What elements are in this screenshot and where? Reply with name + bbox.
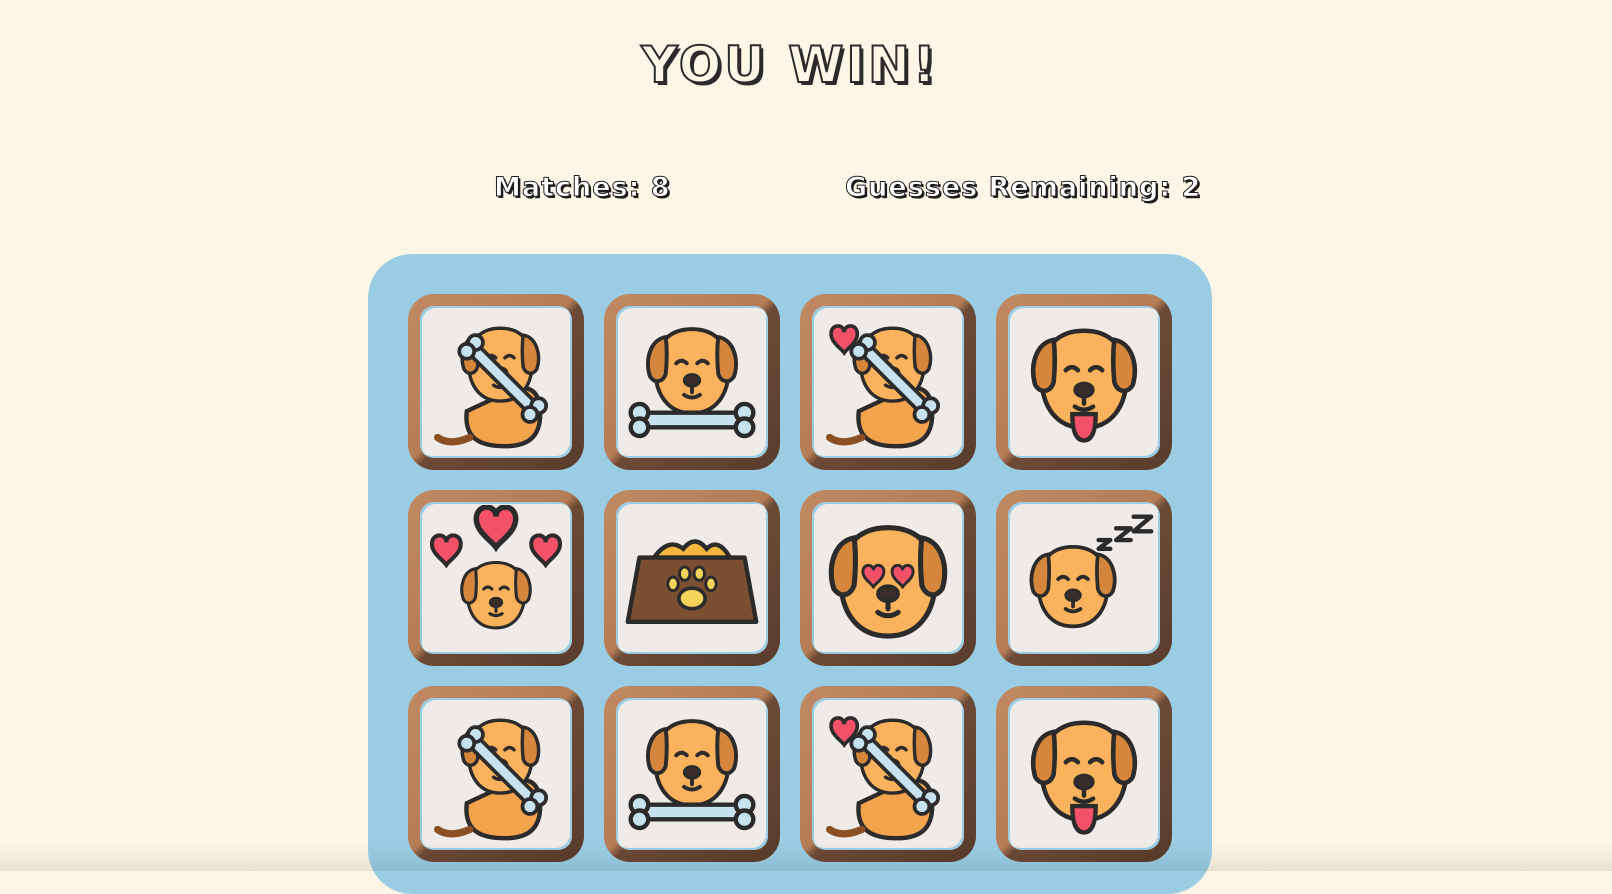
matches-counter: Matches: 8 xyxy=(494,172,671,203)
dog-holding-bone-icon xyxy=(619,309,765,455)
sleeping-dog-icon xyxy=(1011,505,1157,651)
card-face xyxy=(1008,698,1160,850)
card-face xyxy=(616,698,768,850)
card-face xyxy=(1008,306,1160,458)
dog-heart-eyes-icon xyxy=(815,505,961,651)
food-bowl-icon xyxy=(619,505,765,651)
card-face xyxy=(420,502,572,654)
card-face xyxy=(420,306,572,458)
memory-card[interactable] xyxy=(800,686,976,862)
memory-card[interactable] xyxy=(604,490,780,666)
card-face xyxy=(420,698,572,850)
memory-card[interactable] xyxy=(800,294,976,470)
memory-card[interactable] xyxy=(996,686,1172,862)
sitting-dog-with-bone-icon xyxy=(423,701,569,847)
memory-card[interactable] xyxy=(604,686,780,862)
sitting-dog-with-bone-icon xyxy=(423,309,569,455)
memory-card[interactable] xyxy=(408,490,584,666)
memory-card[interactable] xyxy=(604,294,780,470)
guesses-remaining-counter: Guesses Remaining: 2 xyxy=(845,172,1201,203)
game-board xyxy=(368,254,1212,894)
dog-holding-bone-icon xyxy=(619,701,765,847)
footer-shadow xyxy=(0,843,1612,871)
dog-tongue-out-icon xyxy=(1011,309,1157,455)
dog-with-hearts-icon xyxy=(423,505,569,651)
card-face xyxy=(812,502,964,654)
memory-card[interactable] xyxy=(408,686,584,862)
memory-card[interactable] xyxy=(408,294,584,470)
sitting-dog-with-bone-and-heart-icon xyxy=(815,701,961,847)
card-face xyxy=(812,306,964,458)
card-face xyxy=(1008,502,1160,654)
card-face xyxy=(616,306,768,458)
dog-tongue-out-icon xyxy=(1011,701,1157,847)
sitting-dog-with-bone-and-heart-icon xyxy=(815,309,961,455)
memory-card[interactable] xyxy=(996,294,1172,470)
win-title: YOU WIN! xyxy=(0,36,1580,94)
memory-card[interactable] xyxy=(996,490,1172,666)
card-face xyxy=(616,502,768,654)
memory-card[interactable] xyxy=(800,490,976,666)
card-face xyxy=(812,698,964,850)
